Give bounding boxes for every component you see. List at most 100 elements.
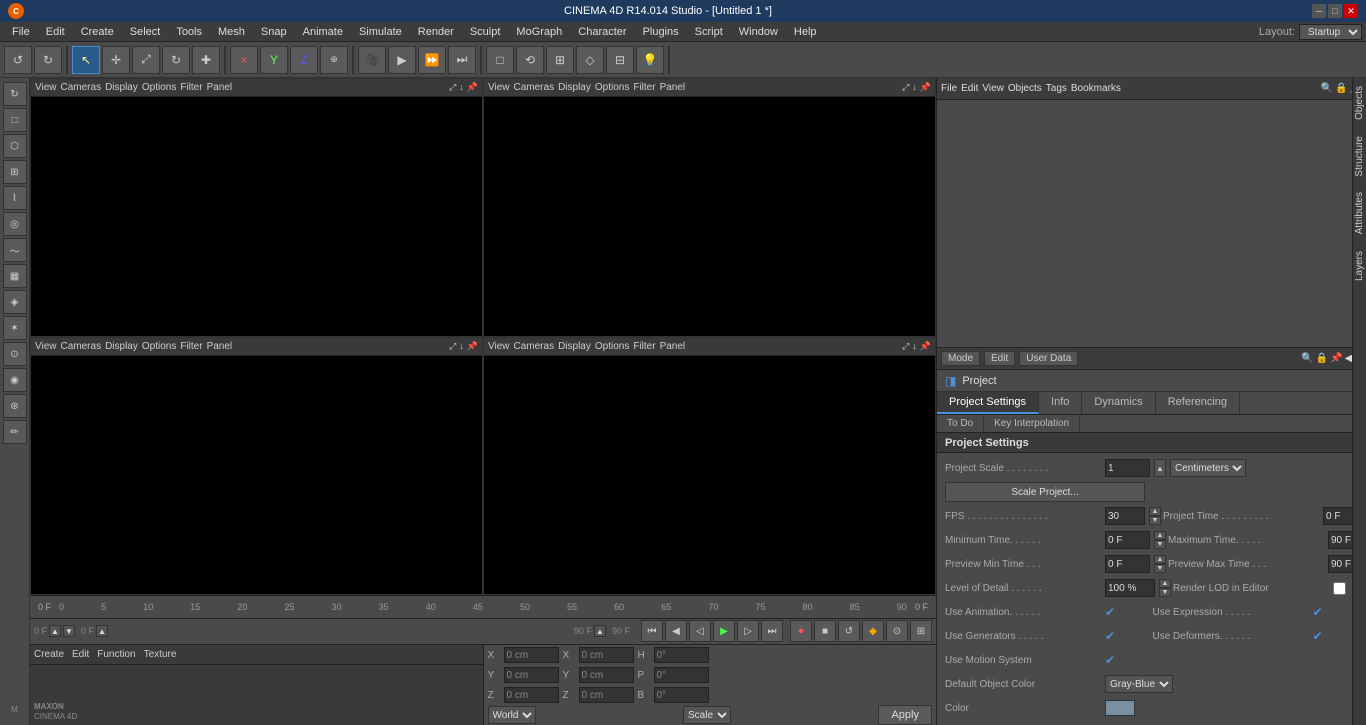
cube-btn[interactable]: □ [486, 46, 514, 74]
use-deform-check[interactable]: ✔ [1313, 629, 1323, 643]
x1-input[interactable] [504, 647, 559, 663]
vp-display-bl[interactable]: Display [105, 341, 138, 352]
vp-view-tl[interactable]: View [35, 82, 57, 93]
vp-filter-br[interactable]: Filter [633, 341, 655, 352]
attr-mode[interactable]: Mode [941, 351, 980, 366]
vp-cameras-br[interactable]: Cameras [514, 341, 555, 352]
menu-animate[interactable]: Animate [295, 24, 351, 40]
viewport-bottom-right[interactable]: View Cameras Display Options Filter Pane… [483, 337, 936, 596]
layout-select[interactable]: Startup [1299, 24, 1362, 40]
attr-user-data[interactable]: User Data [1019, 351, 1078, 366]
vp-panel-br[interactable]: Panel [660, 341, 686, 352]
use-motion-check[interactable]: ✔ [1105, 653, 1115, 667]
tab-referencing[interactable]: Referencing [1156, 392, 1240, 414]
add-tool[interactable]: ✚ [192, 46, 220, 74]
menu-plugins[interactable]: Plugins [635, 24, 687, 40]
fps-down[interactable]: ▼ [1149, 516, 1161, 525]
stop-btn[interactable]: ■ [814, 620, 836, 642]
vp-cameras-bl[interactable]: Cameras [61, 341, 102, 352]
side-tab-attributes[interactable]: Attributes [1352, 184, 1366, 242]
left-btn-mat[interactable]: ◉ [3, 368, 27, 392]
vp-pin-icon-tr[interactable]: 📌 [920, 82, 931, 93]
keyframe-btn[interactable]: ◆ [862, 620, 884, 642]
viewport-top-left[interactable]: View Cameras Display Options Filter Pane… [30, 78, 483, 337]
obj-view[interactable]: View [982, 83, 1004, 94]
apply-button[interactable]: Apply [878, 705, 932, 725]
left-btn-grid[interactable]: ⊞ [3, 160, 27, 184]
render-btn[interactable]: ▶ [388, 46, 416, 74]
pmin-down[interactable]: ▼ [1154, 564, 1166, 573]
obj-lock-icon[interactable]: 🔒 [1335, 83, 1347, 94]
left-btn-spline[interactable]: ⌇ [3, 186, 27, 210]
light-btn[interactable]: 💡 [636, 46, 664, 74]
loop-btn[interactable]: ↺ [838, 620, 860, 642]
x2-input[interactable] [579, 647, 634, 663]
vp-filter-tl[interactable]: Filter [180, 82, 202, 93]
b-input[interactable] [654, 687, 709, 703]
color-swatch[interactable] [1105, 700, 1135, 716]
vp-down-icon-bl[interactable]: ↓ [459, 341, 464, 352]
vp-display-tr[interactable]: Display [558, 82, 591, 93]
default-color-select[interactable]: Gray-Blue [1105, 675, 1173, 693]
vp-view-br[interactable]: View [488, 341, 510, 352]
attr-lock-icon[interactable]: 🔒 [1316, 353, 1328, 364]
z1-input[interactable] [504, 687, 559, 703]
vp-display-br[interactable]: Display [558, 341, 591, 352]
first-frame-btn[interactable]: ⏮ [641, 620, 663, 642]
scale-select[interactable]: Scale [683, 706, 731, 724]
vp-move-icon-tr[interactable]: ⤢ [902, 82, 909, 93]
vp-view-tr[interactable]: View [488, 82, 510, 93]
vp-filter-tr[interactable]: Filter [633, 82, 655, 93]
side-tab-layers[interactable]: Layers [1352, 243, 1366, 289]
grid-btn[interactable]: ⊟ [606, 46, 634, 74]
tab-todo[interactable]: To Do [937, 415, 984, 432]
menu-edit[interactable]: Edit [38, 24, 73, 40]
use-anim-check[interactable]: ✔ [1105, 605, 1115, 619]
minimize-button[interactable]: ─ [1312, 4, 1326, 18]
timeline-menu-texture[interactable]: Texture [144, 649, 177, 660]
viewport-top-right[interactable]: View Cameras Display Options Filter Pane… [483, 78, 936, 337]
menu-mesh[interactable]: Mesh [210, 24, 253, 40]
left-btn-deform[interactable]: 〜 [3, 238, 27, 262]
menu-simulate[interactable]: Simulate [351, 24, 410, 40]
tab-key-interpolation[interactable]: Key Interpolation [984, 415, 1080, 432]
undo-button[interactable]: ↺ [4, 46, 32, 74]
menu-window[interactable]: Window [731, 24, 786, 40]
tab-info[interactable]: Info [1039, 392, 1082, 414]
lod-input[interactable] [1105, 579, 1155, 597]
obj-file[interactable]: File [941, 83, 957, 94]
menu-create[interactable]: Create [73, 24, 122, 40]
left-btn-paint[interactable]: ✏ [3, 420, 27, 444]
time-up-btn[interactable]: ▲ [49, 625, 61, 637]
config-btn[interactable]: ⊞ [910, 620, 932, 642]
menu-character[interactable]: Character [570, 24, 634, 40]
prev-play-btn[interactable]: ◁ [689, 620, 711, 642]
project-scale-input[interactable] [1105, 459, 1150, 477]
record2-btn[interactable]: ⊙ [886, 620, 908, 642]
select-tool[interactable]: ↖ [72, 46, 100, 74]
vp-cameras-tr[interactable]: Cameras [514, 82, 555, 93]
obj-search-icon[interactable]: 🔍 [1321, 83, 1333, 94]
vp-down-icon-tr[interactable]: ↓ [912, 82, 917, 93]
camera-btn[interactable]: 🎥 [358, 46, 386, 74]
timeline-menu-edit[interactable]: Edit [72, 649, 89, 660]
use-expr-check[interactable]: ✔ [1313, 605, 1323, 619]
vp-options-bl[interactable]: Options [142, 341, 176, 352]
vp-filter-bl[interactable]: Filter [180, 341, 202, 352]
attr-edit[interactable]: Edit [984, 351, 1015, 366]
play-btn[interactable]: ▶ [713, 620, 735, 642]
min-down[interactable]: ▼ [1154, 540, 1166, 549]
maximize-button[interactable]: □ [1328, 4, 1342, 18]
vp-options-tr[interactable]: Options [595, 82, 629, 93]
timeline-menu-function[interactable]: Function [97, 649, 135, 660]
menu-snap[interactable]: Snap [253, 24, 295, 40]
prev-frame-btn[interactable]: ◀ [665, 620, 687, 642]
max-time-up[interactable]: ▲ [594, 625, 606, 637]
y2-input[interactable] [579, 667, 634, 683]
vp-view-bl[interactable]: View [35, 341, 57, 352]
side-tab-structure[interactable]: Structure [1352, 128, 1366, 185]
left-btn-obj[interactable]: ◈ [3, 290, 27, 314]
vp-pin-icon-br[interactable]: 📌 [920, 341, 931, 352]
left-btn-cube[interactable]: □ [3, 108, 27, 132]
menu-mograph[interactable]: MoGraph [508, 24, 570, 40]
